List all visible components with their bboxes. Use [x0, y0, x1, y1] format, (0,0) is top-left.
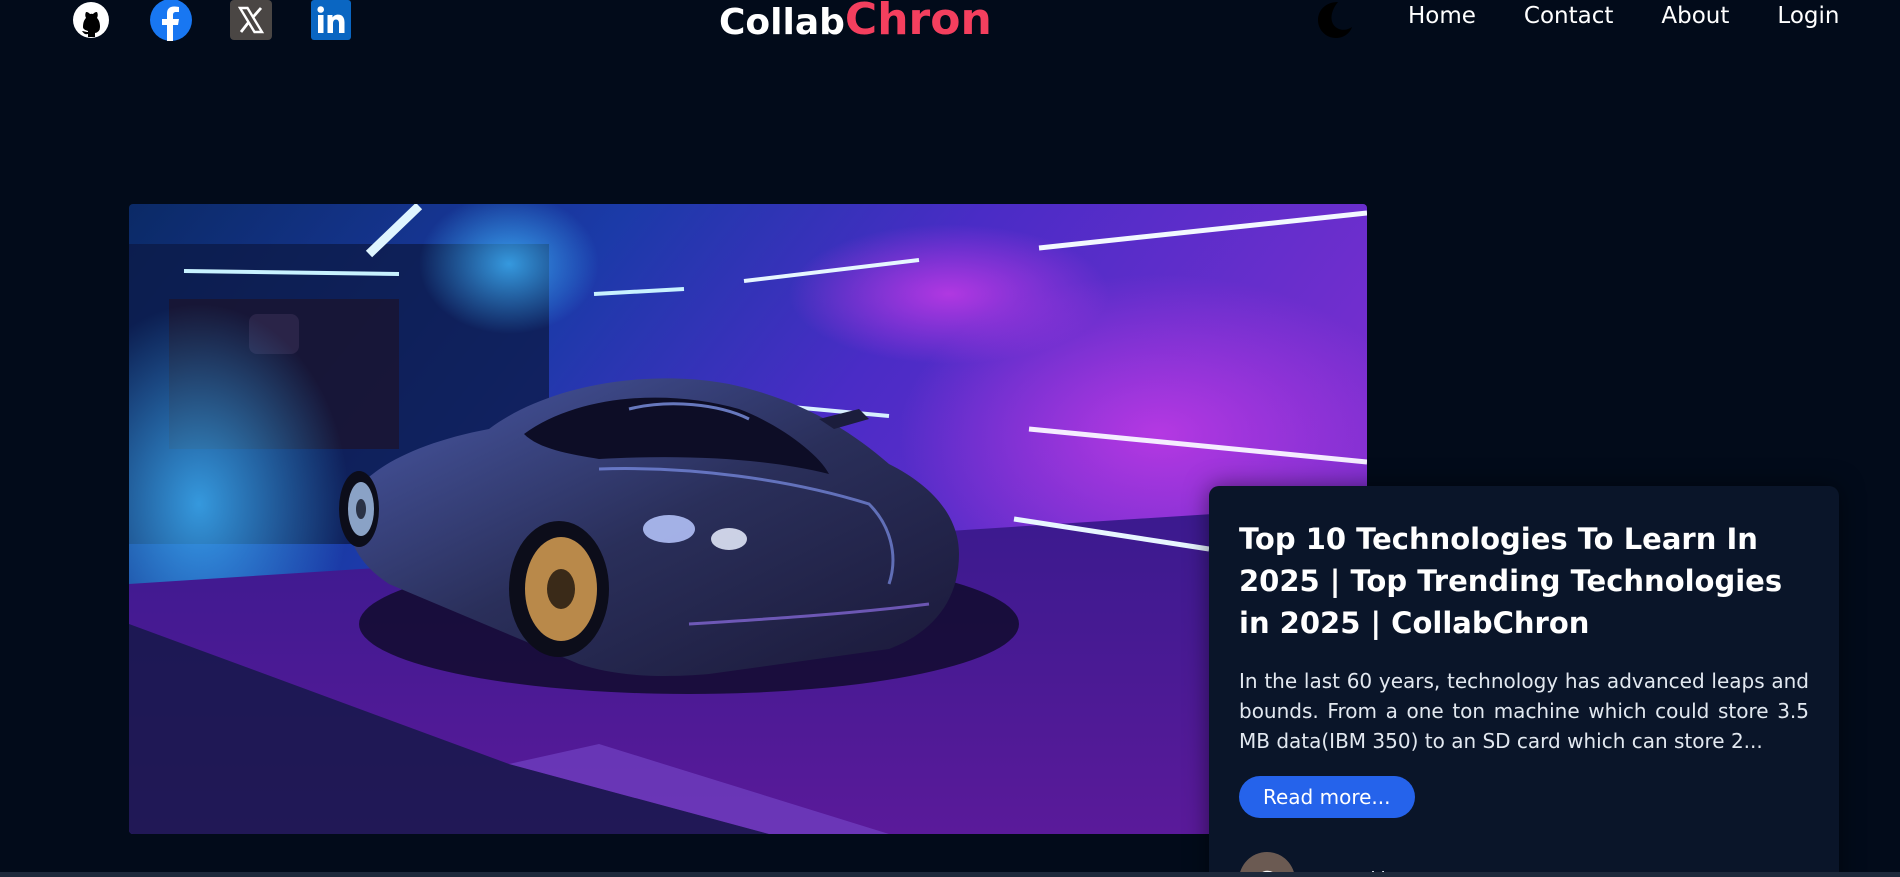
nav-home-link[interactable]: Home	[1408, 3, 1476, 29]
read-more-button[interactable]: Read more...	[1239, 776, 1415, 818]
github-icon	[73, 2, 109, 38]
logo-chron: Chron	[844, 0, 992, 45]
site-header: CollabChron Home Contact About Login	[0, 0, 1900, 45]
linkedin-icon	[311, 0, 351, 40]
nav-login-link[interactable]: Login	[1777, 3, 1839, 29]
x-link[interactable]	[230, 0, 272, 40]
featured-post-card: Top 10 Technologies To Learn In 2025 | T…	[1209, 486, 1839, 877]
theme-toggle-button[interactable]	[1314, 0, 1356, 40]
post-excerpt: In the last 60 years, technology has adv…	[1239, 669, 1809, 753]
facebook-icon	[150, 0, 192, 41]
post-title[interactable]: Top 10 Technologies To Learn In 2025 | T…	[1239, 518, 1809, 644]
social-links	[70, 0, 352, 41]
linkedin-link[interactable]	[310, 0, 352, 40]
logo-collab: Collab	[719, 2, 845, 43]
nav-contact-link[interactable]: Contact	[1524, 3, 1613, 29]
main-nav: Home Contact About Login	[1408, 3, 1839, 29]
moon-icon	[1318, 2, 1352, 38]
featured-post-image[interactable]	[129, 204, 1367, 834]
github-link[interactable]	[70, 0, 112, 40]
x-icon	[230, 0, 272, 40]
facebook-link[interactable]	[150, 0, 192, 41]
nav-about-link[interactable]: About	[1661, 3, 1729, 29]
page-bottom-border	[0, 872, 1900, 877]
site-logo[interactable]: CollabChron	[719, 0, 992, 45]
sports-car-image	[129, 204, 1367, 834]
